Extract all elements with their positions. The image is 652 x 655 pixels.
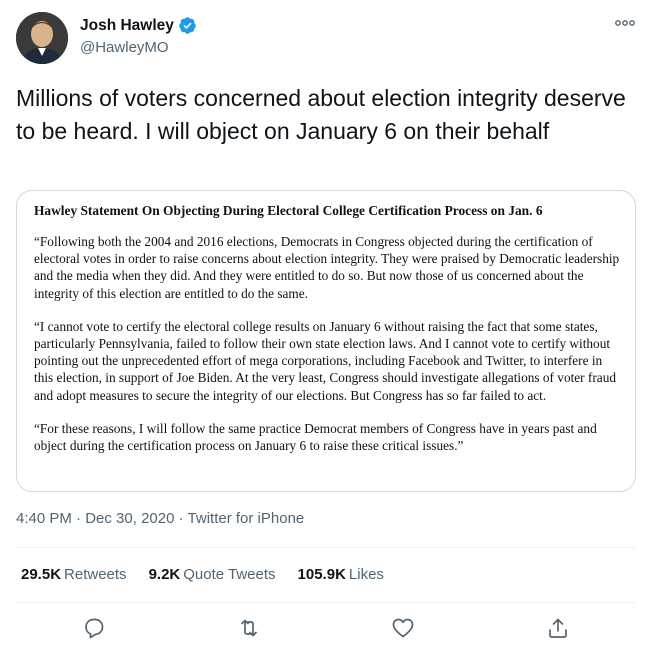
statement-paragraph: “Following both the 2004 and 2016 electi…	[34, 234, 620, 301]
statement-paragraph: “I cannot vote to certify the electoral …	[34, 318, 616, 403]
retweet-icon	[241, 619, 257, 637]
reply-icon	[85, 618, 104, 639]
retweets-count: 29.5K	[21, 566, 62, 583]
retweets-stat[interactable]: 29.5K Retweets	[21, 566, 127, 583]
attached-image[interactable]: Hawley Statement On Objecting During Ele…	[16, 190, 636, 492]
tweet-time[interactable]: 4:40 PM	[16, 510, 72, 527]
statement-document: Hawley Statement On Objecting During Ele…	[34, 203, 624, 470]
meta-separator: ·	[178, 510, 184, 527]
action-bar	[0, 614, 652, 646]
quote-tweets-label: Quote Tweets	[183, 566, 276, 583]
tweet-stats: 29.5K Retweets 9.2K Quote Tweets 105.9K Lik…	[21, 566, 384, 583]
more-options-icon[interactable]	[614, 16, 636, 30]
retweet-button[interactable]	[237, 616, 261, 640]
author-name[interactable]: Josh Hawley	[80, 17, 174, 35]
likes-label: Likes	[348, 566, 384, 583]
quote-tweets-count: 9.2K	[148, 566, 181, 583]
reply-button[interactable]	[82, 616, 106, 640]
tweet-source[interactable]: Twitter for iPhone	[188, 510, 305, 527]
share-button[interactable]	[546, 616, 570, 640]
like-icon	[392, 618, 414, 638]
likes-stat[interactable]: 105.9K Likes	[298, 566, 384, 583]
divider	[16, 602, 636, 603]
quote-tweets-stat[interactable]: 9.2K Quote Tweets	[149, 566, 276, 583]
tweet-text: Millions of voters concerned about elect…	[16, 85, 626, 144]
author-handle[interactable]: @HawleyMO	[80, 39, 169, 56]
verified-badge-icon	[179, 17, 196, 34]
like-button[interactable]	[391, 616, 415, 640]
statement-title: Hawley Statement On Objecting During Ele…	[34, 203, 543, 218]
tweet-date[interactable]: Dec 30, 2020	[85, 510, 174, 527]
likes-count: 105.9K	[297, 566, 346, 583]
avatar[interactable]	[16, 12, 68, 64]
divider	[16, 547, 636, 548]
tweet-meta: 4:40 PM · Dec 30, 2020 · Twitter for iPh…	[16, 510, 304, 527]
share-icon	[549, 618, 567, 638]
author-name-row: Josh Hawley	[80, 16, 197, 35]
statement-paragraph: “For these reasons, I will follow the sa…	[34, 420, 597, 454]
avatar-photo	[16, 12, 68, 64]
meta-separator: ·	[76, 510, 82, 527]
retweets-label: Retweets	[64, 566, 127, 583]
tweet-header: Josh Hawley @HawleyMO	[16, 12, 636, 66]
